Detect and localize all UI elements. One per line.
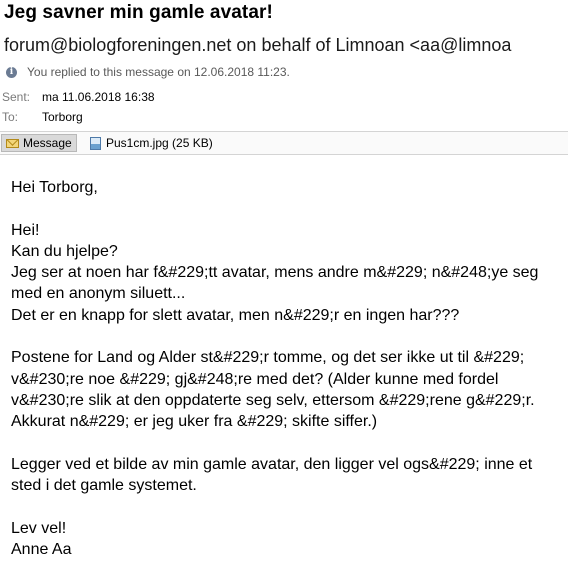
attachment-file-label: Pus1cm.jpg (25 KB) (106, 136, 213, 150)
email-sender[interactable]: forum@biologforeningen.net on behalf of … (4, 35, 511, 56)
sent-value: ma 11.06.2018 16:38 (42, 90, 155, 104)
sent-label: Sent: (2, 90, 31, 104)
message-tab-label: Message (23, 136, 72, 150)
to-label: To: (2, 110, 19, 124)
body-paragraph-1: Hei! Kan du hjelpe? Jeg ser at noen har … (11, 221, 539, 324)
reply-notice-text: You replied to this message on 12.06.201… (27, 65, 290, 79)
body-paragraph-3: Legger ved et bilde av min gamle avatar,… (11, 455, 533, 495)
image-file-icon (90, 136, 101, 150)
body-closing: Lev vel! Anne Aa (11, 519, 72, 559)
to-recipient[interactable]: Torborg (42, 110, 83, 124)
attachment-file[interactable]: Pus1cm.jpg (25 KB) (86, 134, 217, 152)
attachment-bar: Message Pus1cm.jpg (25 KB) (0, 131, 568, 155)
info-icon: i (6, 66, 17, 78)
body-paragraph-2: Postene for Land og Alder st&#229;r tomm… (11, 349, 535, 431)
envelope-icon (6, 138, 19, 148)
sent-row: Sent: ma 11.06.2018 16:38 (2, 90, 155, 104)
to-row: To: Torborg (2, 110, 83, 124)
email-subject: Jeg savner min gamle avatar! (4, 2, 273, 23)
message-tab[interactable]: Message (1, 134, 77, 152)
body-greeting: Hei Torborg, (11, 179, 98, 196)
message-body: Hei Torborg, Hei! Kan du hjelpe? Jeg ser… (11, 177, 563, 582)
reply-notice: i You replied to this message on 12.06.2… (4, 64, 290, 80)
